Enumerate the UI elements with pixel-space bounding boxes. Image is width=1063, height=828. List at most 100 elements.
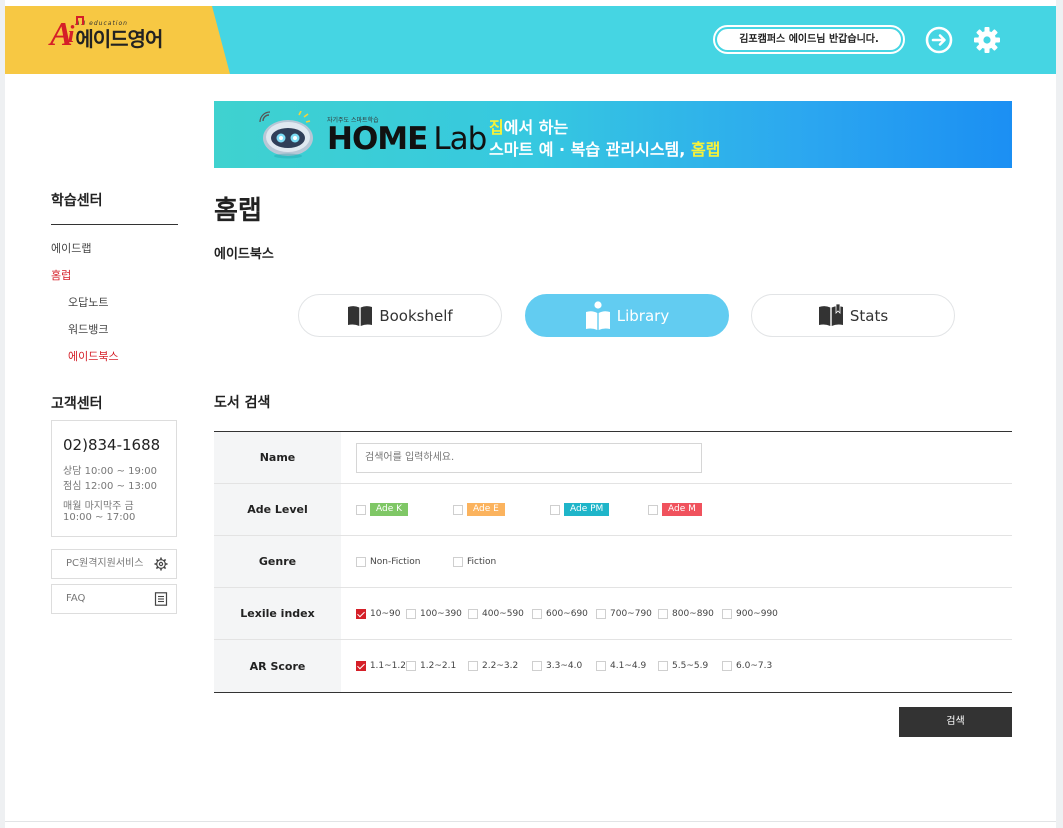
level-tag: Ade K (370, 503, 409, 516)
lexile-option[interactable]: 600~690 (532, 608, 596, 619)
logo-flag-icon (76, 16, 84, 25)
ar-option[interactable]: 6.0~7.3 (722, 661, 772, 671)
lexile-checkbox[interactable] (596, 608, 606, 619)
level-option-m[interactable]: Ade M (648, 503, 702, 516)
lexile-checkbox[interactable] (406, 608, 416, 619)
sidebar-divider (51, 224, 178, 225)
lexile-checkbox[interactable] (532, 608, 542, 619)
lexile-option[interactable]: 100~390 (406, 608, 468, 619)
lexile-option[interactable]: 800~890 (658, 608, 722, 619)
lexile-checkbox[interactable] (658, 608, 668, 619)
ar-checkbox[interactable] (468, 661, 478, 671)
ar-option[interactable]: 1.2~2.1 (406, 661, 468, 671)
logo-name: 에이드영어 (75, 27, 163, 51)
lexile-option[interactable]: 10~90 (356, 608, 406, 619)
lexile-option[interactable]: 700~790 (596, 608, 658, 619)
book-search-form: Name Ade Level Ade K Ade E Ade PM Ade M … (214, 431, 1012, 693)
lexile-checkbox[interactable] (356, 608, 366, 619)
page-title: 홈랩 (214, 196, 262, 226)
level-checkbox[interactable] (648, 504, 658, 515)
level-option-pm[interactable]: Ade PM (550, 503, 648, 516)
tab-bookshelf-label: Bookshelf (379, 306, 453, 325)
footer-divider (5, 821, 1056, 822)
level-tag: Ade E (467, 503, 505, 516)
genre-option-nonfiction[interactable]: Non-Fiction (356, 556, 453, 567)
form-row-level: Ade Level Ade K Ade E Ade PM Ade M (214, 484, 1012, 536)
level-checkbox[interactable] (550, 504, 560, 515)
app-frame: A i A.I education 에이드영어 김포캠퍼스 에이드님 반갑습니다… (0, 0, 1063, 828)
level-checkbox[interactable] (356, 504, 366, 515)
form-row-lexile: Lexile index 10~90 100~390 400~590 600~6… (214, 588, 1012, 640)
level-tag: Ade PM (564, 503, 610, 516)
lexile-checkbox[interactable] (722, 608, 732, 619)
ar-checkbox[interactable] (596, 661, 606, 671)
remote-support-button[interactable]: PC원격지원서비스 (51, 549, 177, 579)
sidebar-item-adelab[interactable]: 에이드랩 (51, 240, 91, 256)
robot-mascot-icon (259, 111, 313, 159)
banner-logo-text: HOME Lab (327, 121, 487, 157)
sidebar-item-wordbank[interactable]: 워드뱅크 (68, 321, 108, 337)
cs-phone: 02)834-1688 (63, 436, 161, 454)
genre-checkbox[interactable] (453, 556, 463, 567)
level-checkbox[interactable] (453, 504, 463, 515)
remote-support-label: PC원격지원서비스 (66, 558, 144, 569)
lexile-option[interactable]: 900~990 (722, 608, 778, 619)
genre-label: Genre (214, 536, 341, 587)
greeting-badge: 김포캠퍼스 에이드님 반갑습니다. (713, 25, 905, 54)
settings-icon (154, 557, 168, 571)
level-option-k[interactable]: Ade K (356, 503, 453, 516)
tab-library[interactable]: Library (525, 294, 729, 337)
form-row-name: Name (214, 432, 1012, 484)
ar-checkbox[interactable] (406, 661, 416, 671)
book-icon (348, 305, 373, 326)
document-icon (154, 592, 168, 606)
lexile-checkbox[interactable] (468, 608, 478, 619)
genre-option-fiction[interactable]: Fiction (453, 556, 496, 567)
faq-label: FAQ (66, 593, 86, 604)
level-option-e[interactable]: Ade E (453, 503, 550, 516)
ar-option[interactable]: 2.2~3.2 (468, 661, 532, 671)
sidebar-item-adebooks[interactable]: 에이드북스 (68, 348, 119, 364)
search-button[interactable]: 검색 (899, 707, 1012, 737)
ar-checkbox[interactable] (532, 661, 542, 671)
ar-checkbox[interactable] (356, 661, 366, 671)
faq-button[interactable]: FAQ (51, 584, 177, 614)
tab-stats[interactable]: Stats (751, 294, 955, 337)
lexile-option[interactable]: 400~590 (468, 608, 532, 619)
name-search-input[interactable] (356, 442, 702, 473)
ar-option[interactable]: 4.1~4.9 (596, 661, 658, 671)
cs-monthly-note: 매월 마지막주 금 (63, 501, 134, 512)
section-subtitle: 에이드북스 (214, 247, 274, 262)
ar-option[interactable]: 1.1~1.2 (356, 661, 406, 671)
genre-checkbox[interactable] (356, 556, 366, 567)
bookmark-book-icon (818, 303, 843, 326)
level-tag: Ade M (662, 503, 702, 516)
form-row-ar: AR Score 1.1~1.2 1.2~2.1 2.2~3.2 3.3~4.0… (214, 640, 1012, 692)
greeting-text: 김포캠퍼스 에이드님 반갑습니다. (717, 29, 901, 50)
banner-headline-1: 집에서 하는 (489, 118, 569, 137)
cs-monthly-hours: 10:00 ~ 17:00 (63, 512, 136, 523)
tab-library-label: Library (616, 306, 670, 325)
brand-logo[interactable]: A i A.I education 에이드영어 (50, 16, 163, 52)
reader-icon (585, 300, 610, 330)
ar-checkbox[interactable] (722, 661, 732, 671)
ar-option[interactable]: 3.3~4.0 (532, 661, 596, 671)
customer-center-box: 02)834-1688 상담 10:00 ~ 19:00 점심 12:00 ~ … (51, 420, 177, 537)
ar-option[interactable]: 5.5~5.9 (658, 661, 722, 671)
sidebar-title: 학습센터 (51, 193, 103, 209)
lexile-label: Lexile index (214, 588, 341, 639)
tab-stats-label: Stats (849, 306, 889, 325)
book-search-title: 도서 검색 (214, 395, 271, 411)
logout-icon[interactable] (924, 25, 954, 55)
cs-lunch: 점심 12:00 ~ 13:00 (63, 481, 157, 492)
customer-center-title: 고객센터 (51, 396, 103, 412)
sidebar-item-wrong-note[interactable]: 오답노트 (68, 294, 108, 310)
homelab-banner[interactable]: 자기주도 스마트학습 HOME Lab 집에서 하는 스마트 예 · 복습 관리시… (214, 101, 1012, 168)
ar-checkbox[interactable] (658, 661, 668, 671)
tab-bookshelf[interactable]: Bookshelf (298, 294, 502, 337)
cs-hours: 상담 10:00 ~ 19:00 (63, 466, 157, 477)
banner-headline-2: 스마트 예 · 복습 관리시스템, 홈랩 (489, 140, 721, 159)
gear-icon[interactable] (972, 25, 1002, 55)
sidebar-item-homelab[interactable]: 홈럽 (51, 267, 71, 283)
ade-level-label: Ade Level (214, 484, 341, 535)
